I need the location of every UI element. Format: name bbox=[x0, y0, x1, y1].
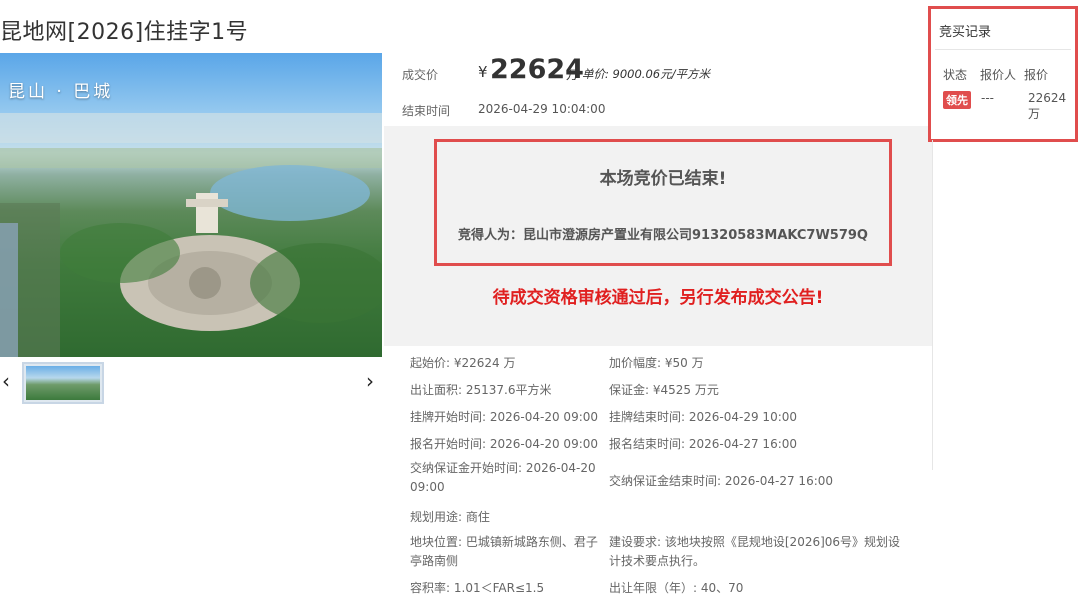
bid-records-panel: 竞买记录 状态 报价人 报价 领先 --- 22624 万 bbox=[928, 6, 1078, 142]
status-badge: 领先 bbox=[943, 91, 971, 109]
records-price: 22624 万 bbox=[1028, 91, 1067, 121]
reg-end-value: 2026-04-27 16:00 bbox=[688, 437, 798, 451]
land-photo: 昆山 · 巴城 bbox=[0, 53, 382, 357]
deposit-start: 交纳保证金开始时间: 2026-04-20 09:00 bbox=[410, 459, 598, 497]
land-area: 出让面积: 25137.6平方米 bbox=[410, 381, 552, 398]
deal-unit-price: 单价: 9000.06元/平方米 bbox=[582, 67, 710, 81]
divider bbox=[935, 49, 1071, 50]
end-time-label: 结束时间 bbox=[402, 104, 451, 118]
listing-end-label: 挂牌结束时间: bbox=[609, 410, 686, 424]
result-box: 本场竞价已结束! 竞得人为：昆山市澄源房产置业有限公司91320583MAKC7… bbox=[434, 139, 892, 266]
photo-caption: 昆山 · 巴城 bbox=[8, 82, 114, 102]
deposit-end-label: 交纳保证金结束时间: bbox=[609, 474, 722, 488]
records-header-status: 状态 bbox=[943, 68, 968, 82]
deal-currency: ¥ bbox=[478, 63, 488, 81]
start-price-label: 起始价: bbox=[410, 356, 451, 370]
thumbnail-prev-icon[interactable]: ‹ bbox=[2, 369, 16, 393]
deposit: 保证金: ¥4525 万元 bbox=[609, 381, 719, 398]
listing-end: 挂牌结束时间: 2026-04-29 10:00 bbox=[609, 408, 797, 425]
term-value: 40、70 bbox=[700, 581, 744, 595]
listing-end-value: 2026-04-29 10:00 bbox=[688, 410, 798, 424]
deal-price-label: 成交价 bbox=[402, 68, 439, 82]
term-label: 出让年限（年）: bbox=[609, 581, 698, 595]
requirements-label: 建设要求: bbox=[609, 535, 662, 549]
start-price-value: ¥22624 万 bbox=[453, 356, 516, 370]
deposit-end-value: 2026-04-27 16:00 bbox=[724, 474, 834, 488]
records-header-bidder: 报价人 bbox=[980, 68, 1017, 82]
result-note: 待成交资格审核通过后，另行发布成交公告! bbox=[492, 288, 824, 308]
location-label: 地块位置: bbox=[410, 535, 463, 549]
listing-start: 挂牌开始时间: 2026-04-20 09:00 bbox=[410, 408, 598, 425]
registration-end: 报名结束时间: 2026-04-27 16:00 bbox=[609, 435, 797, 452]
increment-value: ¥50 万 bbox=[664, 356, 704, 370]
page-title: 昆地网[2026]住挂字1号 bbox=[0, 20, 249, 45]
deposit-start-label: 交纳保证金开始时间: bbox=[410, 461, 523, 475]
thumbnail-image bbox=[26, 366, 100, 400]
records-header-price: 报价 bbox=[1024, 68, 1049, 82]
area-label: 出让面积: bbox=[410, 383, 463, 397]
records-bidder: --- bbox=[981, 91, 994, 105]
area-value: 25137.6平方米 bbox=[465, 383, 552, 397]
transfer-term: 出让年限（年）: 40、70 bbox=[609, 579, 743, 596]
start-price: 起始价: ¥22624 万 bbox=[410, 354, 516, 371]
result-title: 本场竞价已结束! bbox=[599, 169, 727, 189]
reg-end-label: 报名结束时间: bbox=[609, 437, 686, 451]
floor-area-ratio: 容积率: 1.01＜FAR≤1.5 bbox=[410, 579, 544, 596]
use-value: 商住 bbox=[465, 510, 490, 524]
thumbnail[interactable] bbox=[22, 362, 104, 404]
deal-price-unit: 万 bbox=[566, 68, 579, 82]
end-time-value: 2026-04-29 10:04:00 bbox=[478, 102, 606, 116]
far-value: 1.01＜FAR≤1.5 bbox=[453, 581, 545, 595]
bid-increment: 加价幅度: ¥50 万 bbox=[609, 354, 704, 371]
deposit-end: 交纳保证金结束时间: 2026-04-27 16:00 bbox=[609, 472, 833, 489]
reg-start-label: 报名开始时间: bbox=[410, 437, 487, 451]
use-label: 规划用途: bbox=[410, 510, 463, 524]
listing-start-label: 挂牌开始时间: bbox=[410, 410, 487, 424]
increment-label: 加价幅度: bbox=[609, 356, 662, 370]
registration-start: 报名开始时间: 2026-04-20 09:00 bbox=[410, 435, 598, 452]
divider bbox=[932, 140, 933, 470]
deposit-value: ¥4525 万元 bbox=[652, 383, 719, 397]
listing-start-value: 2026-04-20 09:00 bbox=[489, 410, 599, 424]
deposit-label: 保证金: bbox=[609, 383, 650, 397]
planned-use: 规划用途: 商住 bbox=[410, 508, 490, 525]
bid-records-title: 竞买记录 bbox=[939, 25, 992, 40]
land-location: 地块位置: 巴城镇新城路东侧、君子亭路南侧 bbox=[410, 533, 598, 571]
reg-start-value: 2026-04-20 09:00 bbox=[489, 437, 599, 451]
thumbnail-next-icon[interactable]: › bbox=[366, 369, 380, 393]
far-label: 容积率: bbox=[410, 581, 451, 595]
result-winner: 竞得人为：昆山市澄源房产置业有限公司91320583MAKC7W579Q bbox=[458, 228, 868, 243]
construction-requirements: 建设要求: 该地块按照《昆规地设[2026]06号》规划设计技术要点执行。 bbox=[609, 533, 909, 571]
